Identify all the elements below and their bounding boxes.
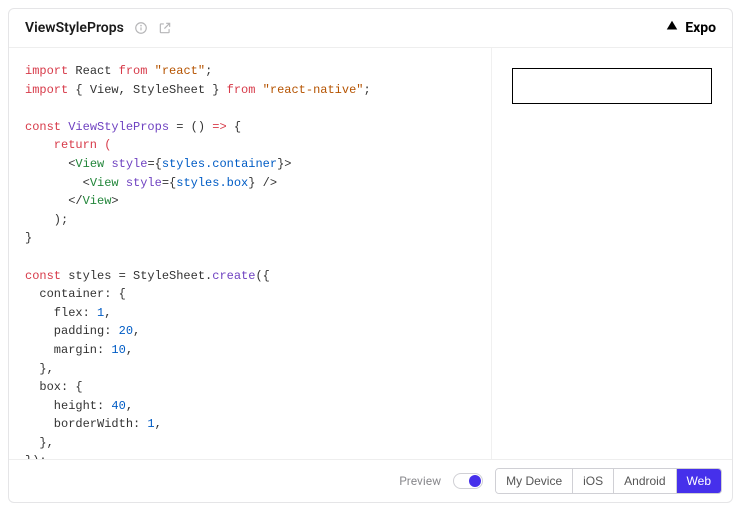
platform-tabs: My Device iOS Android Web [495,468,722,494]
header-left: ViewStyleProps [25,20,172,36]
open-external-icon[interactable] [158,21,172,35]
main: import React from "react"; import { View… [9,48,732,459]
title: ViewStyleProps [25,20,124,36]
code-editor[interactable]: import React from "react"; import { View… [9,48,492,459]
brand-label: Expo [685,20,716,36]
expo-logo-icon [665,19,679,37]
preview-pane [492,48,732,459]
snack-card: ViewStyleProps Expo import React from "r… [8,8,733,503]
tab-my-device[interactable]: My Device [496,469,573,493]
tab-android[interactable]: Android [614,469,676,493]
preview-box [512,68,712,104]
info-icon[interactable] [134,21,148,35]
brand[interactable]: Expo [665,19,716,37]
tab-ios[interactable]: iOS [573,469,614,493]
header: ViewStyleProps Expo [9,9,732,48]
preview-label: Preview [399,474,441,488]
tab-web[interactable]: Web [677,469,721,493]
toggle-knob [469,475,481,487]
preview-toggle[interactable] [453,473,483,489]
preview-canvas [492,48,732,459]
footer: Preview My Device iOS Android Web [9,459,732,502]
